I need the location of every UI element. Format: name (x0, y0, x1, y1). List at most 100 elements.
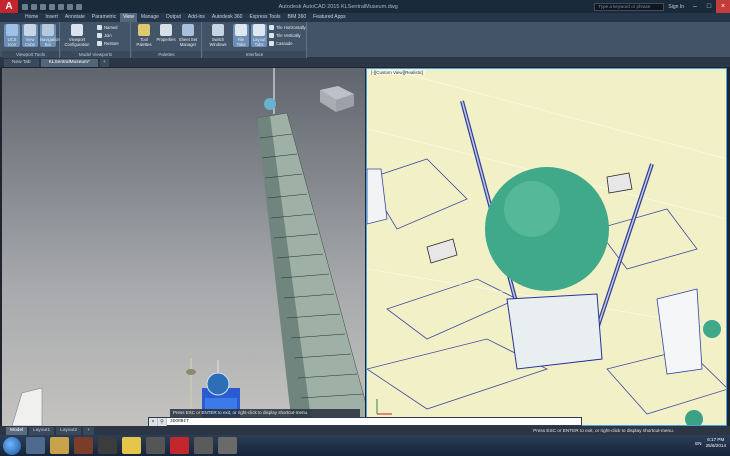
switch-windows-icon (212, 24, 224, 36)
restore-viewports-button[interactable]: Restore (97, 40, 119, 47)
layout-tab-layout2[interactable]: Layout2 (56, 426, 82, 435)
media-player-icon[interactable] (74, 437, 93, 454)
ribbon-tab-autodesk-360[interactable]: Autodesk 360 (209, 13, 246, 22)
tile-horizontally-button[interactable]: Tile Horizontally (269, 24, 306, 31)
ribbon-tab-manage[interactable]: Manage (138, 13, 162, 22)
minimize-button[interactable]: – (688, 0, 702, 13)
group-title: Model Viewports (61, 51, 130, 58)
file-tabs-icon (235, 24, 247, 36)
ribbon-tab-insert[interactable]: Insert (42, 13, 61, 22)
cascade-button[interactable]: Cascade (269, 40, 293, 47)
file-tab-new[interactable]: New Tab (4, 59, 39, 67)
taskbar: EN 6:17 PM 25/6/2014 (0, 435, 730, 456)
layout-tab-layout1[interactable]: Layout1 (29, 426, 55, 435)
ribbon-tab-view[interactable]: View (120, 13, 137, 22)
language-indicator[interactable]: EN (695, 441, 701, 446)
ribbon-tab-featured-apps[interactable]: Featured Apps (310, 13, 349, 22)
museum-scene (367, 69, 726, 425)
layout-tab-model[interactable]: Model (6, 426, 28, 435)
search-input[interactable]: Type a keyword or phrase (594, 2, 665, 11)
system-tray: EN 6:17 PM 25/6/2014 (695, 437, 726, 449)
command-input[interactable] (167, 418, 581, 425)
view-cube-icon (24, 24, 36, 36)
cascade-icon (269, 41, 274, 46)
close-button[interactable]: × (716, 0, 730, 13)
autocad-window: A Autodesk AutoCAD 2015 KLSentralMuseum.… (0, 0, 730, 456)
ucs-icon (6, 24, 18, 36)
undo-icon[interactable] (67, 3, 73, 10)
ribbon-tab-parametric[interactable]: Parametric (89, 13, 119, 22)
ribbon-tab-express-tools[interactable]: Express Tools (246, 13, 283, 22)
ribbon-tab-home[interactable]: Home (22, 13, 41, 22)
ribbon-tab-output[interactable]: Output (163, 13, 184, 22)
join-viewports-button[interactable]: Join (97, 32, 112, 39)
calculator-icon[interactable] (146, 437, 165, 454)
status-bar: Model Layout1 Layout2 + Press ESC or ENT… (0, 426, 730, 435)
ribbon-tab-annotate[interactable]: Annotate (62, 13, 88, 22)
ribbon-tab-bar: Home Insert Annotate Parametric View Man… (0, 13, 730, 22)
sheet-set-manager-icon (182, 24, 194, 36)
close-command-line-icon[interactable]: × (149, 417, 158, 426)
palettes-group: Tool Palettes Properties Sheet Set Manag… (132, 22, 202, 58)
title-bar: A Autodesk AutoCAD 2015 KLSentralMuseum.… (0, 0, 730, 13)
layout-tabs-icon (253, 24, 265, 36)
tool-palettes-button[interactable]: Tool Palettes (134, 24, 154, 47)
model-viewports-group: Viewport Configuration Named Join Restor… (61, 22, 131, 58)
app-icon[interactable] (98, 437, 117, 454)
named-icon (97, 25, 102, 30)
explorer-icon[interactable] (26, 437, 45, 454)
viewport-configuration-button[interactable]: Viewport Configuration (63, 24, 91, 47)
customize-command-icon[interactable]: ⚲ (158, 417, 167, 426)
tile-vertically-button[interactable]: Tile Vertically (269, 32, 301, 39)
folder-icon[interactable] (50, 437, 69, 454)
autocad-taskbar-icon[interactable] (170, 437, 189, 454)
right-viewport[interactable]: [-][Custom View][Realistic] (366, 68, 727, 426)
plot-icon[interactable] (58, 3, 64, 10)
app-icon[interactable] (218, 437, 237, 454)
maximize-button[interactable]: □ (702, 0, 716, 13)
properties-icon (160, 24, 172, 36)
join-icon (97, 33, 102, 38)
save-as-icon[interactable] (49, 3, 55, 10)
new-icon[interactable] (22, 3, 28, 10)
group-title: Palettes (132, 51, 201, 58)
app-icon[interactable] (194, 437, 213, 454)
switch-windows-button[interactable]: Switch Windows (207, 24, 229, 47)
status-message: Press ESC or ENTER to exit, or right-cli… (533, 428, 674, 433)
sign-in-button[interactable]: Sign In (668, 4, 684, 10)
window-title: Autodesk AutoCAD 2015 KLSentralMuseum.dw… (278, 3, 398, 10)
file-tab-bar: New Tab KLSentralMuseum* + (0, 58, 730, 67)
layout-tabs-button[interactable]: Layout Tabs (251, 24, 267, 47)
ucs-icon-button[interactable]: UCS Icon (4, 24, 20, 47)
interface-group: Switch Windows File Tabs Layout Tabs Til… (203, 22, 307, 58)
start-button-icon[interactable] (3, 436, 21, 455)
restore-icon (97, 41, 102, 46)
chrome-icon[interactable] (122, 437, 141, 454)
viewport-tools-group: UCS Icon View Cube Navigation Bar Viewpo… (2, 22, 60, 58)
new-file-tab-button[interactable]: + (99, 59, 109, 67)
sheet-set-manager-button[interactable]: Sheet Set Manager (178, 24, 198, 47)
ribbon-tab-bim-360[interactable]: BIM 360 (285, 13, 310, 22)
command-history: Press ESC or ENTER to exit, or right-cli… (170, 409, 360, 417)
ribbon-panel: UCS Icon View Cube Navigation Bar Viewpo… (0, 22, 730, 58)
save-icon[interactable] (40, 3, 46, 10)
file-tab-klsentralmuseum[interactable]: KLSentralMuseum* (40, 59, 98, 67)
ribbon-tab-add-ins[interactable]: Add-ins (185, 13, 208, 22)
open-icon[interactable] (31, 3, 37, 10)
add-layout-button[interactable]: + (83, 426, 95, 435)
file-tabs-button[interactable]: File Tabs (233, 24, 249, 47)
view-cube-button[interactable]: View Cube (22, 24, 38, 47)
tile-vertically-icon (269, 33, 274, 38)
tile-horizontally-icon (269, 25, 274, 30)
named-viewports-button[interactable]: Named (97, 24, 118, 31)
tool-palettes-icon (138, 24, 150, 36)
group-title: Interface (203, 51, 306, 58)
clock[interactable]: 6:17 PM 25/6/2014 (706, 437, 726, 449)
left-viewport[interactable] (2, 68, 365, 426)
clock-date: 25/6/2014 (705, 443, 726, 448)
properties-button[interactable]: Properties (156, 24, 176, 42)
command-line: × ⚲ (148, 417, 582, 426)
viewport-label[interactable]: [-][Custom View][Realistic] (369, 70, 426, 75)
autocad-logo-icon[interactable]: A (0, 0, 18, 13)
navigation-bar-button[interactable]: Navigation Bar (40, 24, 60, 47)
